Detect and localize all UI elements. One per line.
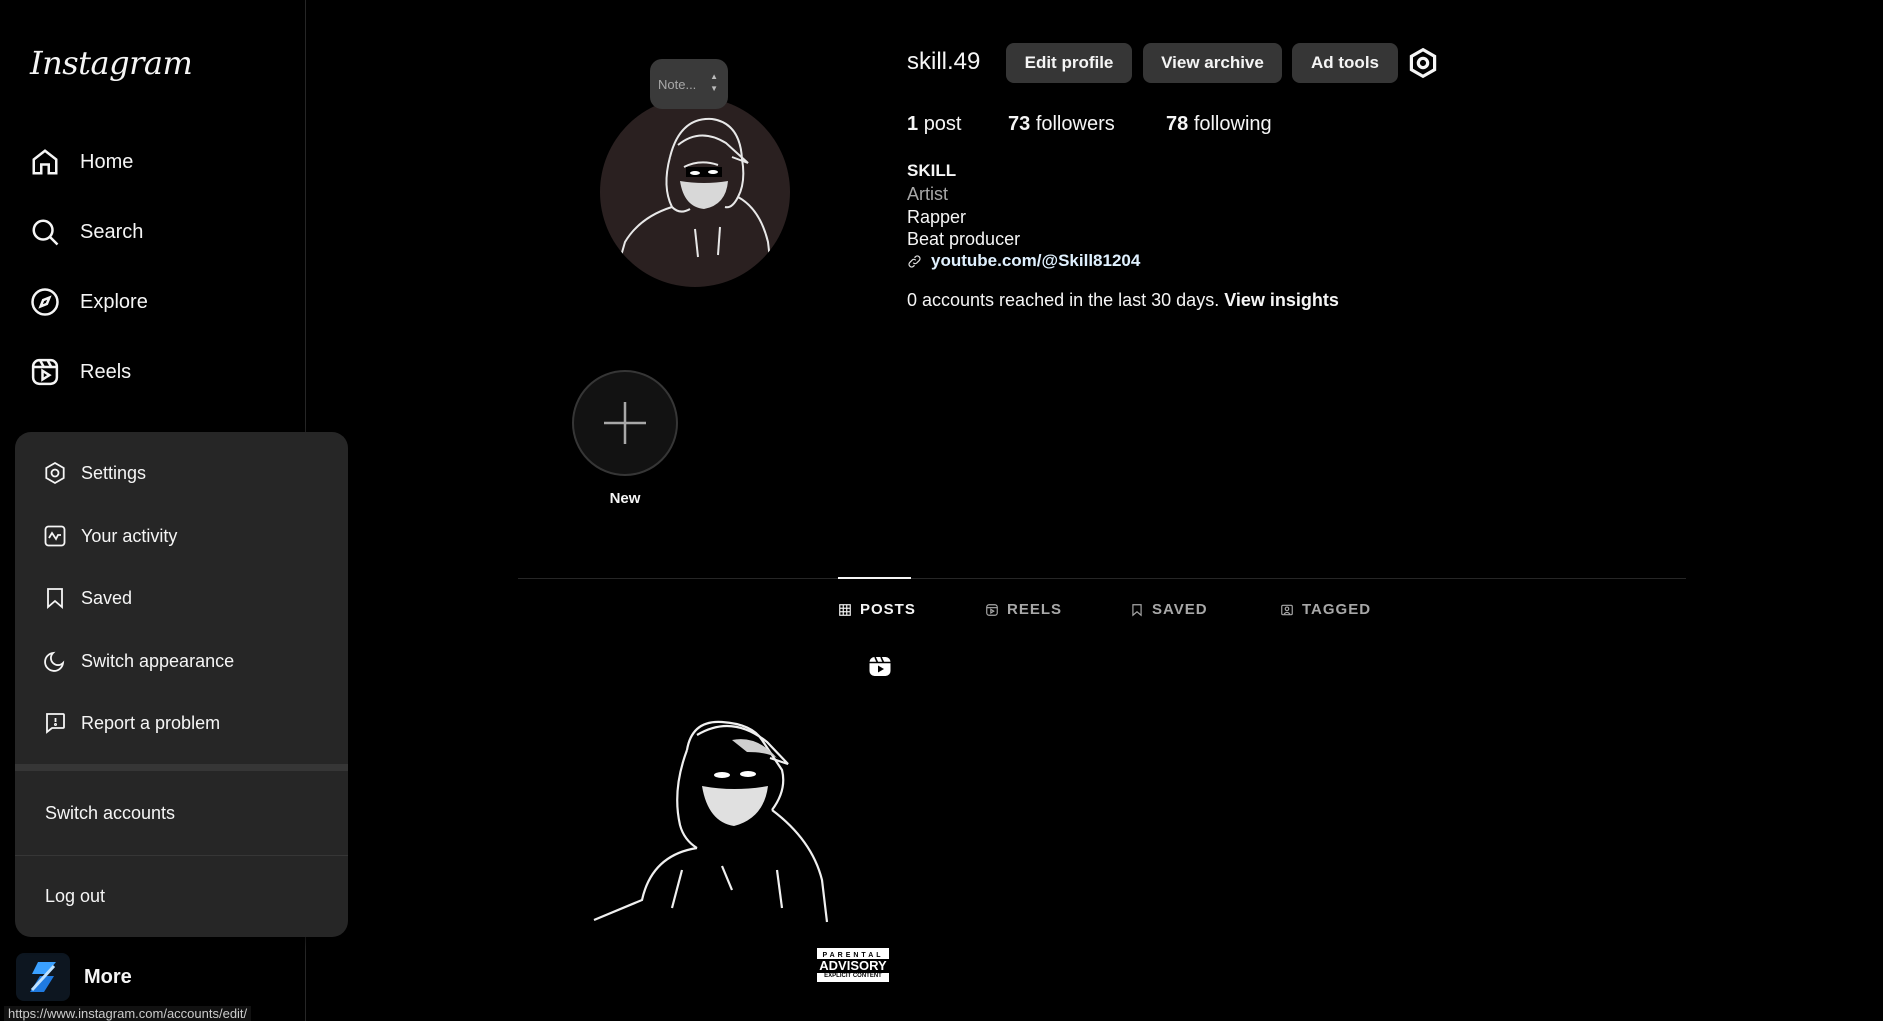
menu-item-switch-appearance[interactable]: Switch appearance — [15, 636, 348, 686]
sidebar-item-more[interactable]: More — [16, 952, 132, 1002]
note-input[interactable]: Note... ▲ ▼ — [650, 59, 728, 109]
menu-divider — [15, 764, 348, 771]
more-label: More — [84, 965, 132, 988]
menu-item-report-problem[interactable]: Report a problem — [15, 698, 348, 748]
activity-icon — [44, 525, 66, 547]
sidebar-item-label: Search — [80, 220, 144, 243]
gear-icon — [1409, 47, 1437, 79]
followers-number: 73 — [1008, 113, 1031, 135]
tab-saved[interactable]: SAVED — [1130, 601, 1208, 618]
profile-username: skill.49 — [907, 48, 981, 75]
sidebar-item-explore[interactable]: Explore — [30, 277, 148, 327]
plus-icon — [604, 402, 646, 444]
reach-text: 0 accounts reached in the last 30 days. — [907, 290, 1220, 310]
tagged-icon — [1281, 604, 1293, 615]
sidebar-item-label: Explore — [80, 290, 148, 313]
bio-name: SKILL — [907, 161, 957, 180]
sidebar-item-search[interactable]: Search — [30, 207, 143, 257]
sidebar-item-reels[interactable]: Reels — [30, 347, 131, 397]
tab-label: REELS — [1007, 601, 1063, 618]
advisory-bottom: EXPLICIT CONTENT — [824, 972, 882, 979]
link-icon — [908, 254, 921, 268]
bio-category: Artist — [907, 184, 949, 204]
sidebar-item-label: Home — [80, 150, 134, 173]
instagram-logo[interactable]: Instagram — [30, 44, 193, 82]
menu-item-label: Your activity — [81, 525, 178, 546]
ad-tools-button[interactable]: Ad tools — [1292, 43, 1398, 83]
tab-label: TAGGED — [1302, 601, 1372, 618]
menu-item-switch-accounts[interactable]: Switch accounts — [15, 783, 348, 843]
posts-number: 1 — [907, 113, 919, 135]
tab-tagged[interactable]: TAGGED — [1280, 601, 1371, 618]
bio-link-text: youtube.com/@Skill81204 — [931, 251, 1141, 270]
tabs-divider — [518, 578, 1686, 579]
bio-line: Beat producer — [907, 229, 1021, 249]
status-bar-url: https://www.instagram.com/accounts/edit/ — [4, 1006, 252, 1021]
profile-avatar[interactable] — [600, 97, 790, 287]
bio-line: Rapper — [907, 207, 967, 227]
view-insights-link[interactable]: View insights — [1224, 290, 1339, 310]
hooded-figure-artwork — [593, 720, 829, 923]
hooded-figure-illustration — [614, 117, 773, 278]
active-tab-indicator — [838, 577, 911, 579]
tab-label: POSTS — [860, 601, 916, 618]
posts-count: 1 post — [907, 113, 962, 136]
menu-item-your-activity[interactable]: Your activity — [15, 511, 348, 561]
new-highlight-button[interactable] — [572, 370, 678, 476]
menu-item-label: Report a problem — [81, 712, 221, 733]
reach-summary: 0 accounts reached in the last 30 days. … — [907, 290, 1339, 311]
sidebar-item-home[interactable]: Home — [30, 137, 133, 187]
edit-profile-button[interactable]: Edit profile — [1006, 43, 1132, 83]
bookmark-icon — [47, 588, 63, 609]
moon-icon — [44, 651, 65, 672]
followers-label: followers — [1035, 113, 1115, 135]
reels-icon — [986, 603, 998, 616]
home-icon — [32, 149, 58, 175]
reels-indicator-icon — [869, 656, 891, 676]
sidebar-item-label: Reels — [80, 360, 132, 383]
tab-label: SAVED — [1152, 601, 1208, 618]
post-thumbnail[interactable] — [572, 640, 896, 990]
parental-advisory-label: PARENTAL ADVISORY EXPLICIT CONTENT — [815, 946, 891, 984]
menu-item-saved[interactable]: Saved — [15, 573, 348, 623]
tab-reels[interactable]: REELS — [985, 601, 1062, 618]
search-icon — [32, 219, 59, 246]
menu-item-label: Settings — [81, 462, 147, 483]
following-link[interactable]: 78 following — [1166, 113, 1272, 136]
menu-item-label: Switch appearance — [81, 650, 235, 671]
menu-divider — [15, 855, 348, 856]
note-placeholder: Note... — [658, 76, 697, 92]
reels-icon — [31, 358, 59, 386]
profile-options-button[interactable] — [1407, 47, 1439, 79]
new-highlight-label: New — [609, 490, 641, 507]
posts-label: post — [923, 113, 962, 135]
advisory-mid: ADVISORY — [817, 957, 889, 973]
menu-item-label: Saved — [81, 587, 133, 608]
bio-link[interactable]: youtube.com/@Skill81204 — [907, 251, 1140, 271]
following-label: following — [1193, 113, 1272, 135]
following-number: 78 — [1166, 113, 1189, 135]
bookmark-icon — [1132, 603, 1142, 617]
gear-icon — [45, 461, 65, 485]
note-stepper-icon: ▲ ▼ — [710, 72, 718, 93]
menu-item-settings[interactable]: Settings — [15, 448, 348, 498]
grid-icon — [839, 603, 851, 616]
compass-icon — [31, 288, 59, 316]
stack-logo-icon — [30, 962, 56, 992]
tab-posts[interactable]: POSTS — [838, 601, 916, 618]
app-avatar — [16, 953, 70, 1001]
followers-link[interactable]: 73 followers — [1008, 113, 1115, 136]
view-archive-button[interactable]: View archive — [1143, 43, 1282, 83]
menu-item-log-out[interactable]: Log out — [15, 866, 348, 926]
more-menu: Settings Your activity Saved Switch appe… — [15, 432, 348, 937]
report-icon — [46, 713, 65, 734]
